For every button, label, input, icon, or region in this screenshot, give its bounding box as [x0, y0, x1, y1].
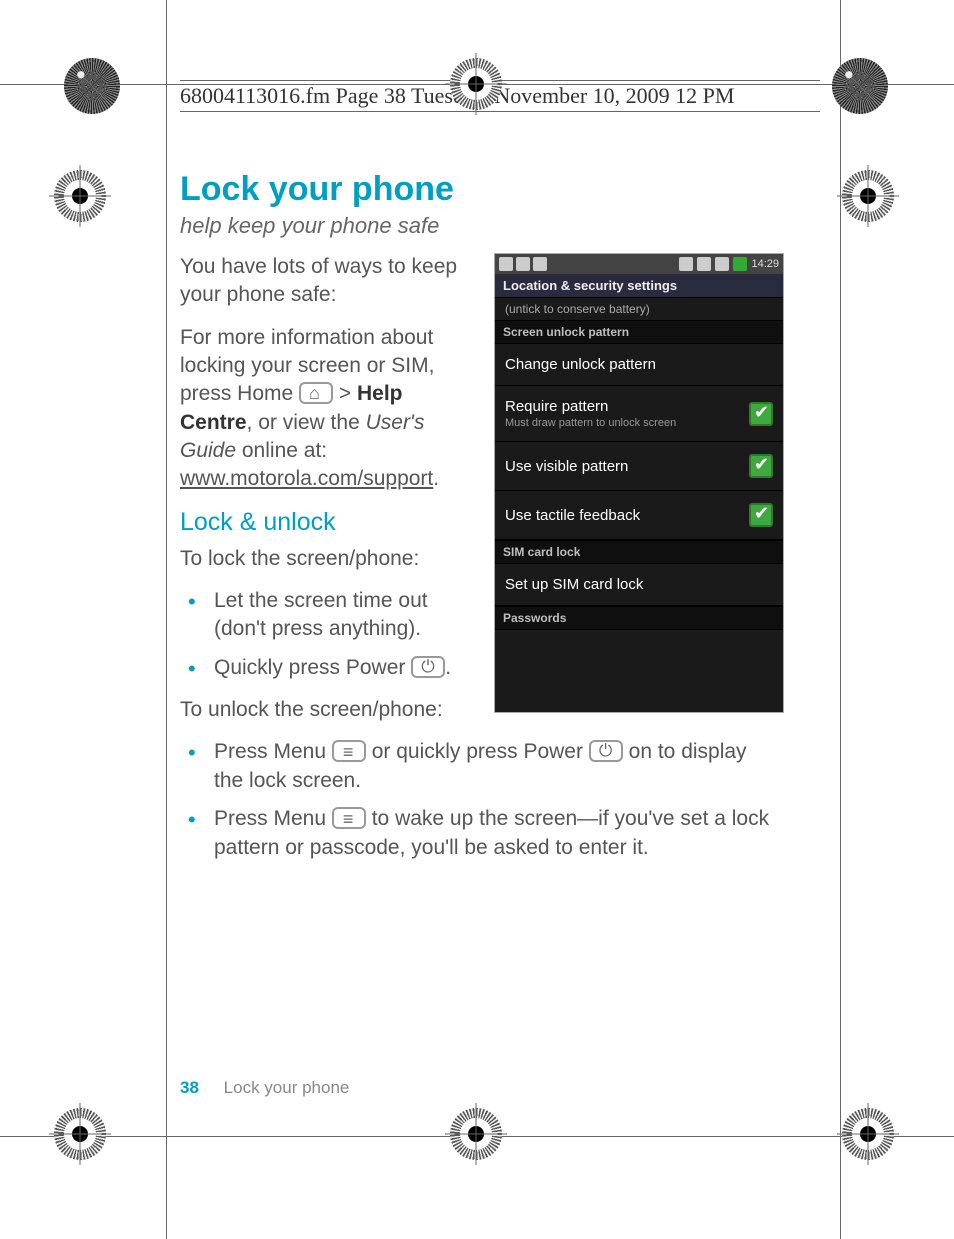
page-subtitle: help keep your phone safe [180, 213, 780, 239]
crop-ornament-icon [64, 58, 120, 114]
debug-icon [533, 257, 547, 271]
bluetooth-icon [679, 257, 693, 271]
checkbox-checked-icon[interactable] [749, 503, 773, 527]
battery-icon [733, 257, 747, 271]
phone-section-header: Passwords [495, 606, 783, 630]
phone-section-header: Screen unlock pattern [495, 320, 783, 344]
support-url: www.motorola.com/support [180, 467, 433, 490]
power-key-icon [589, 740, 623, 762]
page-title: Lock your phone [180, 170, 780, 209]
data-icon [697, 257, 711, 271]
page-footer: 38 Lock your phone [180, 1078, 349, 1098]
registration-mark-icon [842, 170, 894, 222]
registration-mark-icon [54, 1108, 106, 1160]
bullet-item: Press Menu or quickly press Power on to … [180, 738, 780, 795]
page-number: 38 [180, 1078, 199, 1097]
phone-hint: (untick to conserve battery) [495, 298, 783, 320]
section-heading: Lock & unlock [180, 508, 476, 537]
status-time: 14:29 [751, 258, 779, 270]
phone-status-bar: 14:29 [495, 254, 783, 274]
phone-item-label: Require pattern [505, 398, 608, 415]
phone-item-sim-lock[interactable]: Set up SIM card lock [495, 564, 783, 606]
registration-mark-icon [450, 58, 502, 110]
footer-label: Lock your phone [224, 1078, 350, 1097]
registration-mark-icon [54, 170, 106, 222]
lock-intro: To lock the screen/phone: [180, 545, 476, 573]
help-paragraph: For more information about locking your … [180, 324, 476, 494]
checkbox-checked-icon[interactable] [749, 454, 773, 478]
phone-screen-title: Location & security settings [495, 274, 783, 298]
notification-icon [499, 257, 513, 271]
phone-item-label: Set up SIM card lock [505, 576, 643, 593]
bullet-item: Quickly press Power . [180, 654, 476, 682]
phone-screenshot: 14:29 Location & security settings (unti… [494, 253, 784, 713]
phone-section-header: SIM card lock [495, 540, 783, 564]
menu-key-icon [332, 807, 366, 829]
intro-paragraph: You have lots of ways to keep your phone… [180, 253, 476, 310]
phone-item-require-pattern[interactable]: Require pattern Must draw pattern to unl… [495, 386, 783, 442]
phone-item-label: Use visible pattern [505, 458, 628, 475]
phone-item-sublabel: Must draw pattern to unlock screen [505, 417, 676, 429]
signal-icon [715, 257, 729, 271]
bullet-item: Press Menu to wake up the screen—if you'… [180, 805, 780, 862]
registration-mark-icon [842, 1108, 894, 1160]
checkbox-checked-icon[interactable] [749, 402, 773, 426]
registration-mark-icon [450, 1108, 502, 1160]
phone-item-tactile-feedback[interactable]: Use tactile feedback [495, 491, 783, 540]
phone-item-label: Change unlock pattern [505, 356, 656, 373]
home-key-icon [299, 382, 333, 404]
phone-item-label: Use tactile feedback [505, 507, 640, 524]
bullet-item: Let the screen time out (don't press any… [180, 587, 476, 644]
menu-key-icon [332, 740, 366, 762]
crop-ornament-icon [832, 58, 888, 114]
usb-icon [516, 257, 530, 271]
power-key-icon [411, 656, 445, 678]
phone-item-change-pattern[interactable]: Change unlock pattern [495, 344, 783, 386]
phone-item-visible-pattern[interactable]: Use visible pattern [495, 442, 783, 491]
